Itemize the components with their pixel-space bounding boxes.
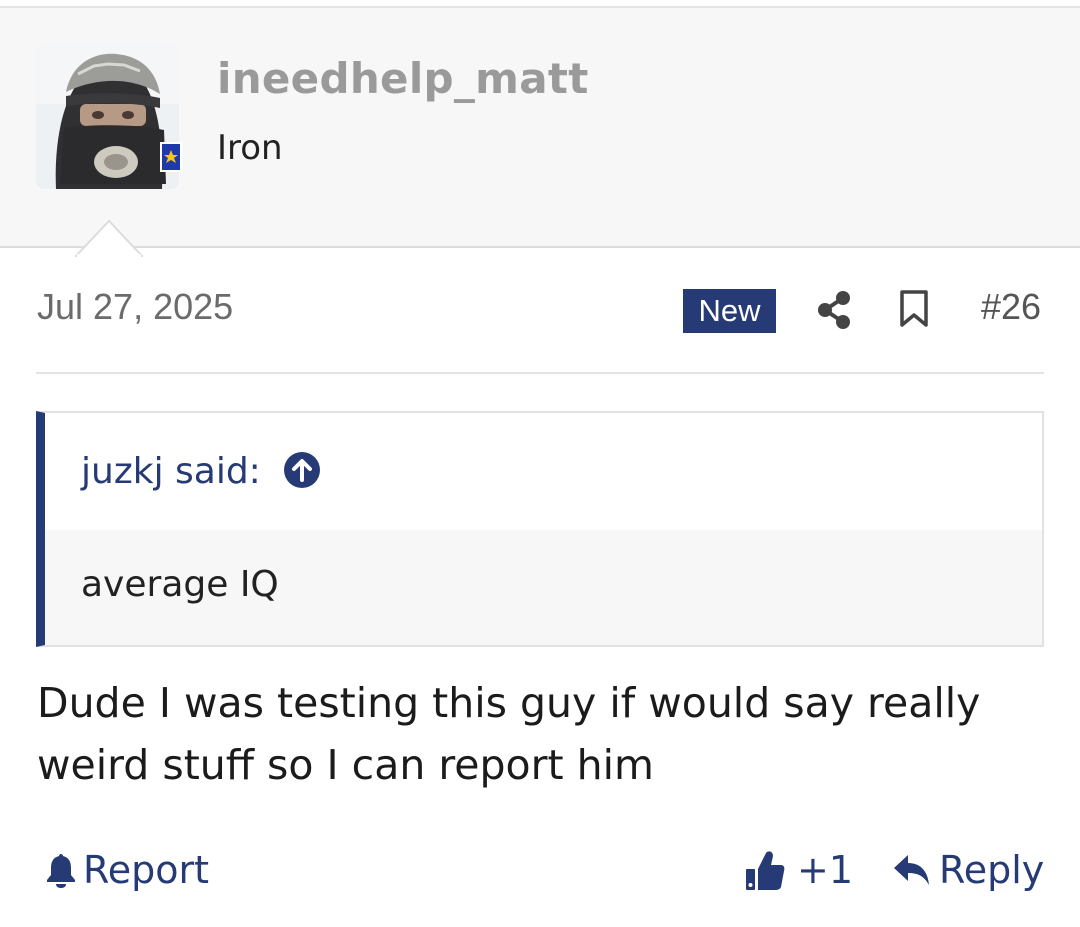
arrow-up-circle-icon[interactable] (283, 451, 321, 489)
avatar-image (36, 44, 179, 189)
meta-divider (36, 372, 1044, 374)
rank-badge-icon (160, 142, 182, 172)
bookmark-icon[interactable] (899, 290, 929, 328)
bell-icon (47, 854, 75, 888)
reaction-count: +1 (797, 848, 854, 892)
user-avatar[interactable] (36, 44, 179, 189)
quote-attribution[interactable]: juzkj said: (81, 451, 261, 492)
post-number-link[interactable]: #26 (981, 286, 1041, 328)
header-pointer (75, 219, 143, 257)
reply-arrow-icon (894, 855, 929, 885)
user-title: Iron (217, 128, 283, 168)
report-button[interactable]: Report (45, 846, 209, 894)
post-date[interactable]: Jul 27, 2025 (37, 286, 233, 328)
reply-label: Reply (939, 848, 1045, 892)
post-user-header: ineedhelp_matt Iron (0, 6, 1080, 257)
share-icon[interactable] (816, 290, 852, 330)
post-message: Dude I was testing this guy if would say… (37, 679, 981, 789)
reaction-button[interactable]: +1 (745, 846, 853, 894)
quote-body: average IQ (45, 530, 1042, 645)
username[interactable]: ineedhelp_matt (217, 54, 589, 103)
report-label: Report (83, 848, 209, 892)
reply-button[interactable]: Reply (893, 846, 1044, 894)
quote-block: juzkj said: average IQ (36, 411, 1044, 647)
new-badge: New (683, 289, 776, 333)
quote-text: average IQ (81, 564, 279, 605)
forum-post: ineedhelp_matt Iron Jul 27, 2025 New #26… (0, 0, 1080, 927)
thumbs-up-icon (746, 851, 785, 890)
